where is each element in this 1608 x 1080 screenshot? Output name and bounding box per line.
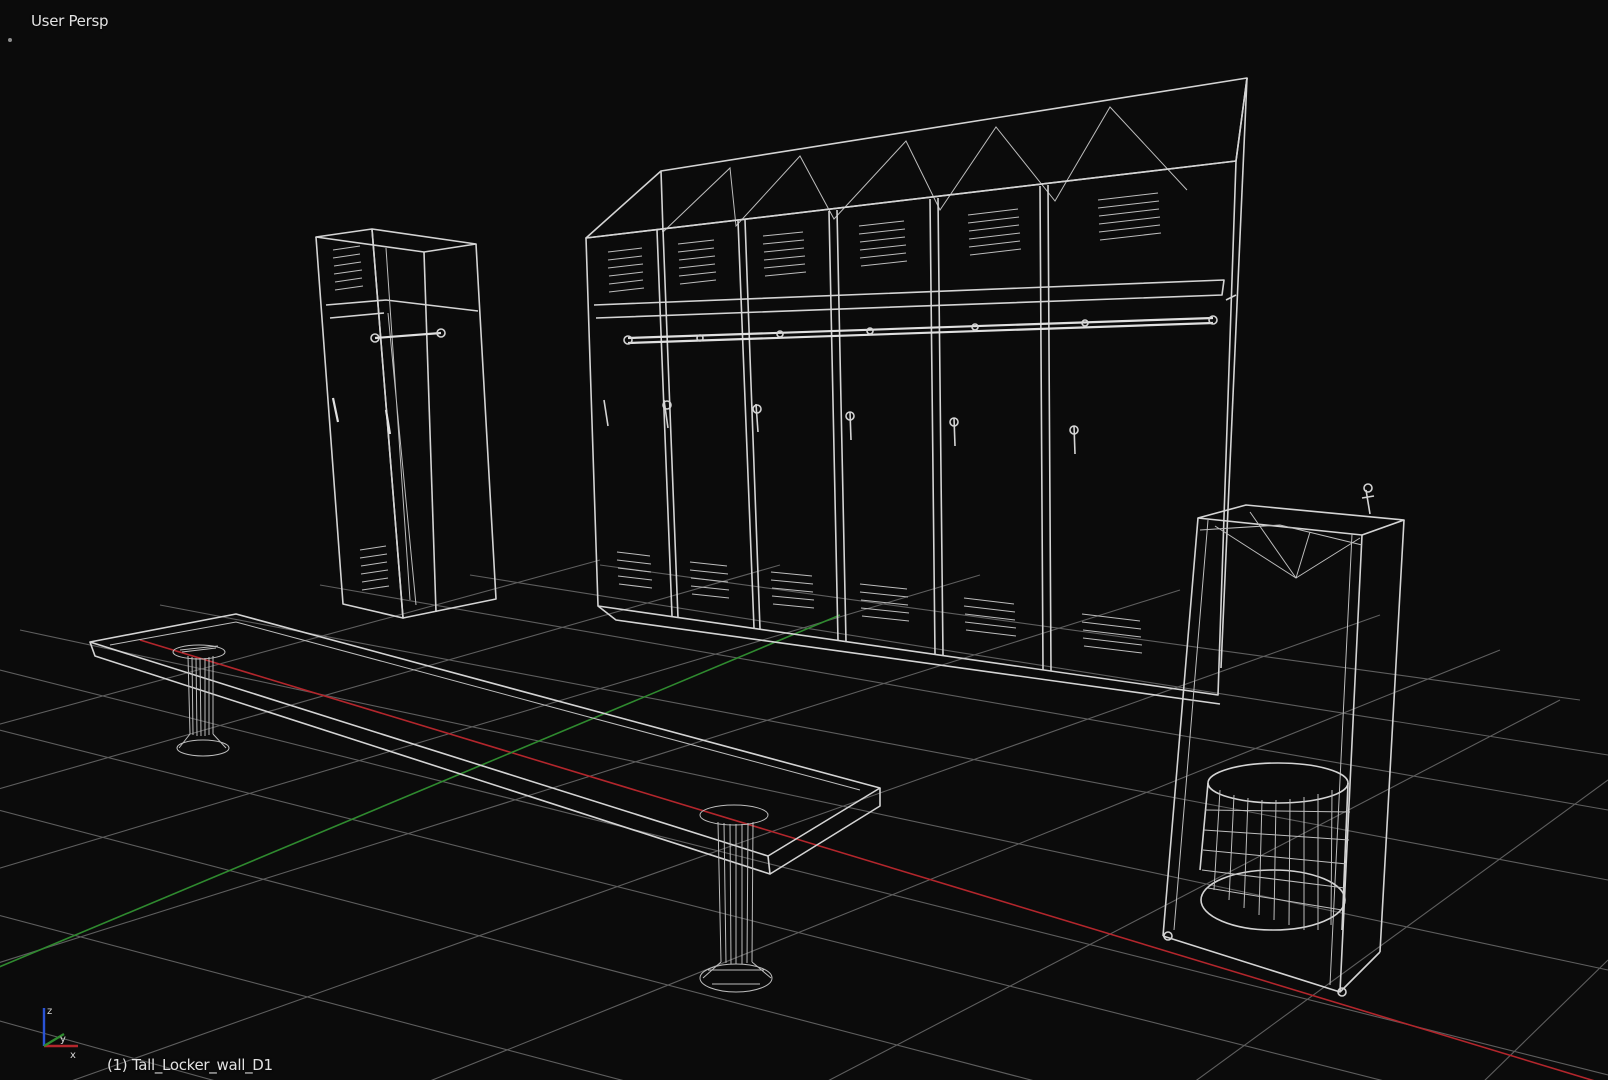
active-object-label: (1) Tall_Locker_wall_D1 <box>107 1056 273 1074</box>
wireframe-scene[interactable]: y x z <box>0 0 1608 1080</box>
3d-viewport[interactable]: y x z User Persp (1) Tall_Locker_wall_D1 <box>0 0 1608 1080</box>
x-axis-line <box>139 639 1595 1080</box>
single-locker[interactable] <box>315 228 497 619</box>
view-name-label: User Persp <box>31 12 109 30</box>
bench-leg-right <box>699 804 773 993</box>
svg-text:z: z <box>47 1006 52 1017</box>
svg-text:x: x <box>70 1050 76 1061</box>
y-axis-line <box>0 614 841 968</box>
locker-wall[interactable] <box>585 77 1248 705</box>
bench-leg-left <box>172 644 230 757</box>
ground-grid <box>0 559 1608 1080</box>
drinking-fountain-stand[interactable] <box>1162 483 1405 997</box>
svg-text:y: y <box>60 1034 66 1045</box>
axis-gizmo: y x z <box>42 1006 78 1061</box>
bench[interactable] <box>89 613 881 993</box>
view-indicator-icon <box>8 38 12 42</box>
waste-basket[interactable] <box>1199 762 1351 931</box>
